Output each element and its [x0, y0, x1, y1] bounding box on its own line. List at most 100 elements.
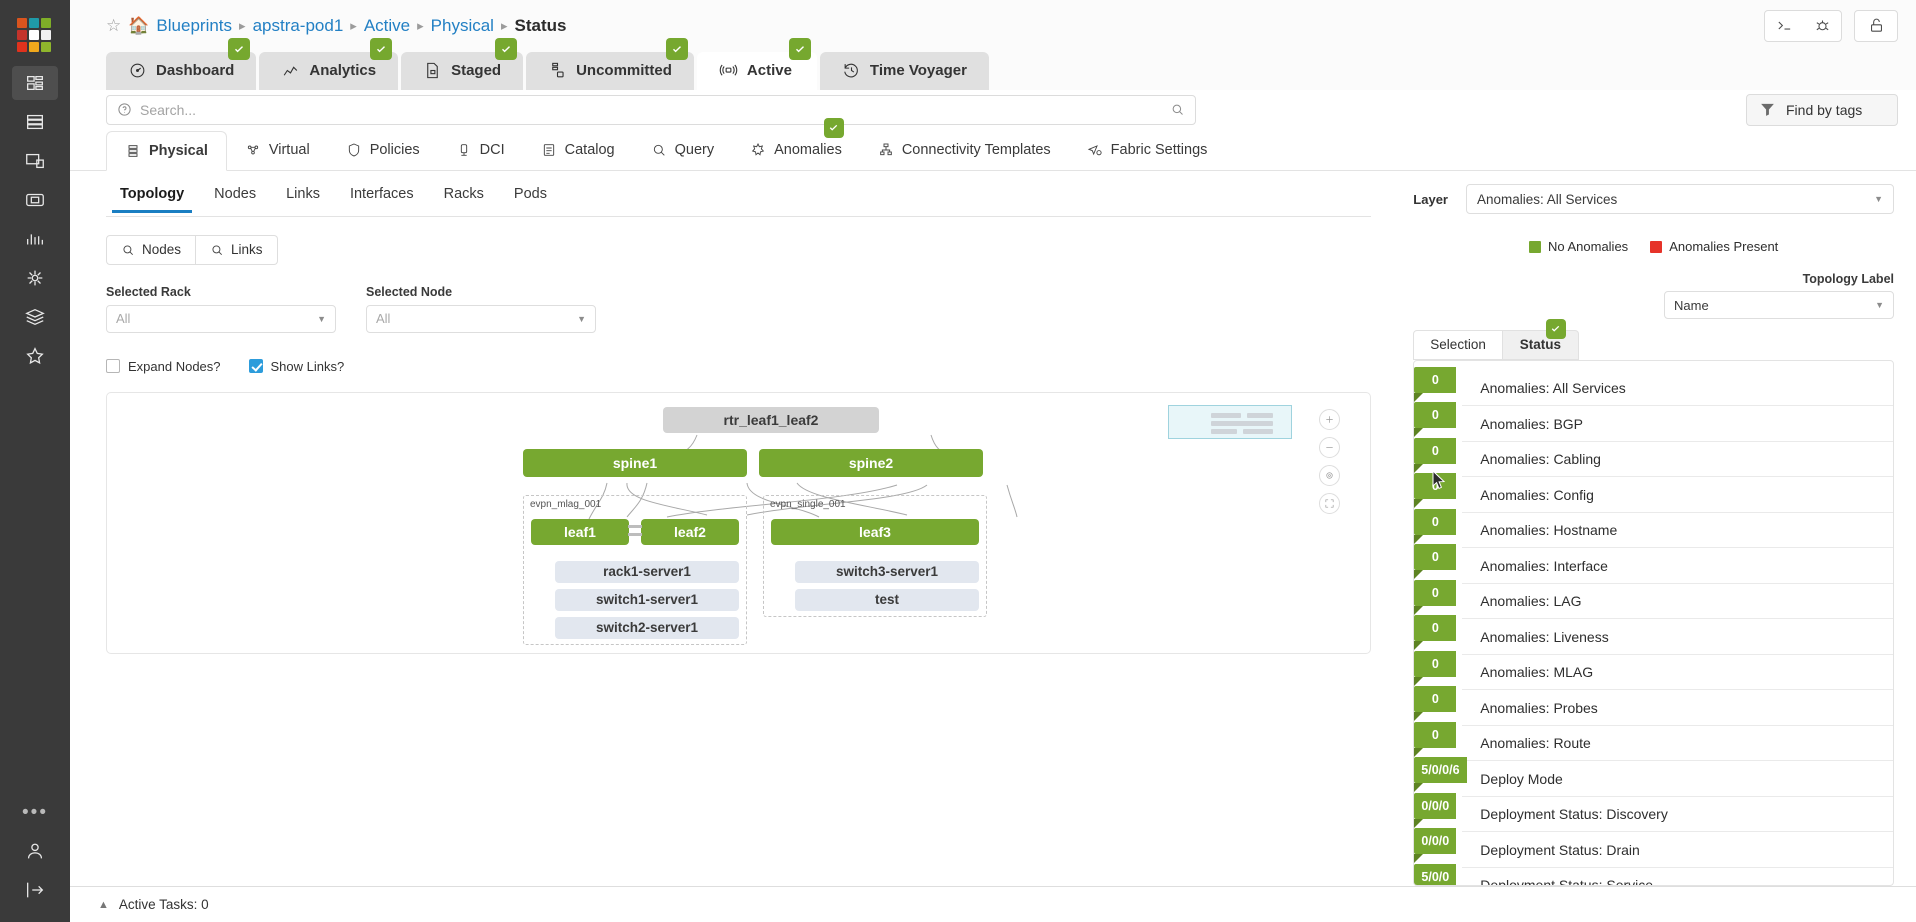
topology-canvas[interactable]: rtr_leaf1_leaf2 spine1 spine2 evpn_mlag_… — [106, 392, 1371, 654]
status-row-label: Deployment Status: Drain — [1462, 842, 1640, 858]
chevron-up-icon[interactable]: ▲ — [98, 899, 109, 911]
nav-tab-physical[interactable]: Physical — [106, 131, 227, 171]
status-row[interactable]: 0Anomalies: All Services — [1462, 371, 1893, 407]
sub-tab-nodes[interactable]: Nodes — [200, 174, 270, 212]
selected-rack-select[interactable]: All ▼ — [106, 305, 336, 333]
topology-node-spine2[interactable]: spine2 — [759, 449, 983, 477]
panel-tab-label: Status — [1520, 337, 1561, 352]
console-tools-button[interactable] — [1764, 10, 1842, 42]
sidebar-user[interactable] — [12, 834, 58, 868]
sidebar-item-devices[interactable] — [12, 105, 58, 139]
topology-minimap[interactable] — [1168, 405, 1292, 439]
sub-tab-links[interactable]: Links — [272, 174, 334, 212]
layer-select[interactable]: Anomalies: All Services ▼ — [1466, 184, 1894, 214]
topology-node-switch3-server1[interactable]: switch3-server1 — [795, 561, 979, 583]
server-stack-icon — [125, 143, 141, 159]
nav-tab-query[interactable]: Query — [633, 130, 733, 170]
status-row[interactable]: 0Anomalies: Liveness — [1462, 619, 1893, 655]
panel-tab-status[interactable]: Status — [1503, 330, 1579, 360]
topology-node-leaf1[interactable]: leaf1 — [531, 519, 629, 545]
apstra-logo[interactable] — [17, 18, 53, 52]
status-row[interactable]: 0Anomalies: Cabling — [1462, 442, 1893, 478]
status-row[interactable]: 0Anomalies: Config — [1462, 477, 1893, 513]
nav-tab-policies[interactable]: Policies — [328, 130, 438, 170]
more-dots-icon[interactable]: ••• — [22, 808, 48, 818]
breadcrumb-item-physical[interactable]: Physical — [431, 16, 494, 36]
status-row[interactable]: 0Anomalies: LAG — [1462, 584, 1893, 620]
expand-nodes-checkbox[interactable]: Expand Nodes? — [106, 359, 221, 374]
status-ok-badge — [228, 38, 250, 60]
topology-node-router[interactable]: rtr_leaf1_leaf2 — [663, 407, 879, 433]
sidebar-item-resources[interactable] — [12, 183, 58, 217]
anomaly-burst-icon — [750, 142, 766, 158]
topology-node-switch2-server1[interactable]: switch2-server1 — [555, 617, 739, 639]
star-outline-icon[interactable]: ☆ — [106, 16, 121, 36]
sidebar-logout[interactable] — [12, 873, 58, 907]
panel-tab-selection[interactable]: Selection — [1413, 330, 1503, 360]
sidebar-item-external-systems[interactable] — [12, 261, 58, 295]
nav-tab-catalog[interactable]: Catalog — [523, 130, 633, 170]
selected-node-select[interactable]: All ▼ — [366, 305, 596, 333]
breadcrumb-item-status: Status — [515, 16, 567, 36]
sub-tab-pods[interactable]: Pods — [500, 174, 561, 212]
status-row[interactable]: 0Anomalies: Route — [1462, 726, 1893, 762]
show-links-checkbox[interactable]: Show Links? — [249, 359, 345, 374]
topology-node-leaf2[interactable]: leaf2 — [641, 519, 739, 545]
topology-label-select[interactable]: Name ▼ — [1664, 291, 1894, 319]
sidebar-item-favorites[interactable] — [12, 339, 58, 373]
search-icon[interactable] — [1170, 102, 1185, 117]
breadcrumb-item-blueprints[interactable]: Blueprints — [156, 16, 232, 36]
tab-analytics[interactable]: Analytics — [259, 52, 398, 90]
find-by-tags-button[interactable]: Find by tags — [1746, 94, 1898, 126]
status-row[interactable]: 0Anomalies: Probes — [1462, 690, 1893, 726]
topology-node-test[interactable]: test — [795, 589, 979, 611]
nav-tab-dci[interactable]: DCI — [438, 130, 523, 170]
history-clock-icon — [842, 61, 861, 80]
sub-tab-topology[interactable]: Topology — [106, 174, 198, 212]
status-row[interactable]: 0Anomalies: Interface — [1462, 548, 1893, 584]
sub-tab-racks[interactable]: Racks — [430, 174, 498, 212]
search-placeholder: Search... — [140, 102, 1162, 118]
topology-node-rack1-server1[interactable]: rack1-server1 — [555, 561, 739, 583]
topology-node-leaf3[interactable]: leaf3 — [771, 519, 979, 545]
search-nodes-button[interactable]: Nodes — [106, 235, 196, 265]
status-row[interactable]: 5/0/0/6Deploy Mode — [1462, 761, 1893, 797]
tab-active[interactable]: Active — [697, 52, 817, 90]
status-row[interactable]: 5/0/0Deployment Status: Service — [1462, 868, 1893, 886]
breadcrumb-separator: ▸ — [350, 18, 357, 34]
status-ok-badge — [666, 38, 688, 60]
topology-node-switch1-server1[interactable]: switch1-server1 — [555, 589, 739, 611]
nav-tab-fabric-settings[interactable]: Fabric Settings — [1069, 130, 1226, 170]
sidebar-item-design[interactable] — [12, 144, 58, 178]
tab-time-voyager[interactable]: Time Voyager — [820, 52, 989, 90]
checkbox-box — [106, 359, 120, 373]
breadcrumb-item-apstra-pod1[interactable]: apstra-pod1 — [253, 16, 344, 36]
sidebar-item-platform[interactable] — [12, 300, 58, 334]
breadcrumb-item-active[interactable]: Active — [364, 16, 410, 36]
tab-staged[interactable]: Staged — [401, 52, 523, 90]
sidebar-item-analytics[interactable] — [12, 222, 58, 256]
nav-tab-virtual[interactable]: Virtual — [227, 130, 328, 170]
chevron-down-icon: ▼ — [1875, 300, 1884, 310]
unlock-icon[interactable] — [1854, 10, 1898, 42]
sub-tab-interfaces[interactable]: Interfaces — [336, 174, 428, 212]
status-row[interactable]: 0Anomalies: MLAG — [1462, 655, 1893, 691]
status-row-label: Anomalies: Interface — [1462, 558, 1608, 574]
sidebar-item-blueprints[interactable] — [12, 66, 58, 100]
nav-tab-connectivity-templates[interactable]: Connectivity Templates — [860, 130, 1069, 170]
breadcrumb-separator: ▸ — [501, 18, 508, 34]
status-row[interactable]: 0Anomalies: Hostname — [1462, 513, 1893, 549]
topology-node-spine1[interactable]: spine1 — [523, 449, 747, 477]
status-row[interactable]: 0/0/0Deployment Status: Discovery — [1462, 797, 1893, 833]
search-links-button[interactable]: Links — [196, 235, 278, 265]
selected-node-value: All — [376, 311, 390, 326]
home-icon[interactable]: 🏠 — [128, 16, 149, 36]
tab-dashboard[interactable]: Dashboard — [106, 52, 256, 90]
nav-tab-anomalies[interactable]: Anomalies — [732, 130, 860, 170]
status-row[interactable]: 0/0/0Deployment Status: Drain — [1462, 832, 1893, 868]
right-column: Layer Anomalies: All Services ▼ No Anoma… — [1399, 171, 1916, 886]
question-circle-icon — [117, 102, 132, 117]
status-row[interactable]: 0Anomalies: BGP — [1462, 406, 1893, 442]
search-input[interactable]: Search... — [106, 95, 1196, 125]
tab-uncommitted[interactable]: Uncommitted — [526, 52, 694, 90]
